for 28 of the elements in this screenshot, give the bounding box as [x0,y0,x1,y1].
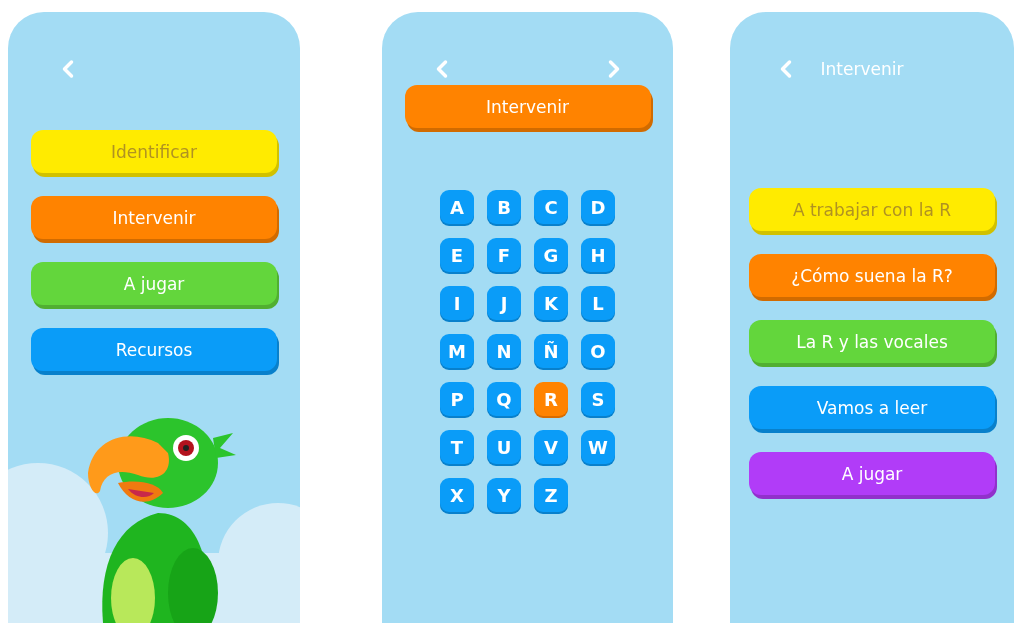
letter-tile[interactable]: O [581,334,615,368]
letter-tile[interactable]: F [487,238,521,272]
letter-tile[interactable]: A [440,190,474,224]
letter-tile[interactable]: V [534,430,568,464]
letter-tile[interactable]: Q [487,382,521,416]
letter-tile[interactable]: N [487,334,521,368]
letter-tile[interactable]: M [440,334,474,368]
letter-tile[interactable]: H [581,238,615,272]
screen-title: Intervenir [820,59,904,79]
letter-tile[interactable]: J [487,286,521,320]
letter-tile[interactable]: L [581,286,615,320]
letter-tile[interactable]: S [581,382,615,416]
letter-tile[interactable]: D [581,190,615,224]
letter-tile[interactable]: K [534,286,568,320]
letter-tile[interactable]: C [534,190,568,224]
letter-tile[interactable]: Y [487,478,521,512]
letter-tile[interactable]: Z [534,478,568,512]
letter-tile[interactable]: E [440,238,474,272]
letter-tile[interactable]: U [487,430,521,464]
letter-tile[interactable]: R [534,382,568,416]
letter-tile[interactable]: T [440,430,474,464]
letter-tile[interactable]: Ñ [534,334,568,368]
letter-tile[interactable]: G [534,238,568,272]
letter-tile[interactable]: B [487,190,521,224]
letter-tile[interactable]: P [440,382,474,416]
letter-tile[interactable]: X [440,478,474,512]
letter-tile[interactable]: W [581,430,615,464]
letter-tile[interactable]: I [440,286,474,320]
